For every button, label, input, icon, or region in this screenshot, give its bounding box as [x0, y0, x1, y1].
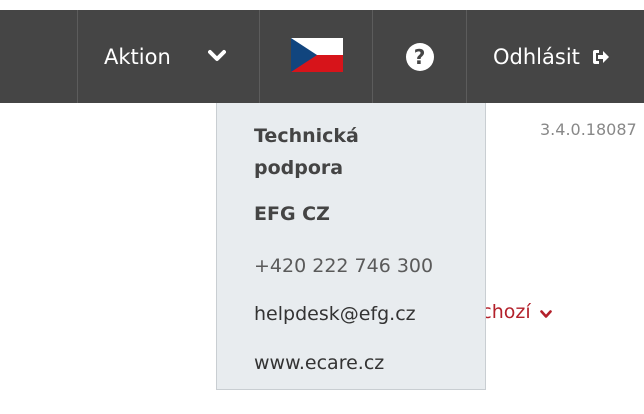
support-title: Technická podpora: [254, 125, 359, 179]
sign-out-icon: [592, 49, 610, 65]
support-company: EFG CZ: [254, 203, 330, 225]
action-menu-label: Aktion: [104, 44, 171, 69]
top-navigation-bar: Aktion ? Odhlásit: [0, 10, 644, 103]
language-selector[interactable]: [260, 10, 373, 103]
action-menu-button[interactable]: Aktion: [78, 10, 259, 103]
help-button[interactable]: ?: [373, 10, 466, 103]
support-email-link[interactable]: helpdesk@efg.cz: [254, 303, 416, 325]
question-mark-icon: ?: [405, 42, 434, 71]
support-phone: +420 222 746 300: [254, 255, 434, 277]
logout-label: Odhlásit: [493, 44, 580, 69]
chevron-down-icon: [539, 302, 552, 324]
logout-button[interactable]: Odhlásit: [466, 10, 644, 103]
support-website-link[interactable]: www.ecare.cz: [254, 352, 384, 374]
cz-flag-icon: [290, 37, 343, 76]
version-text: 3.4.0.18087: [540, 120, 637, 139]
support-dropdown: Technická podpora EFG CZ +420 222 746 30…: [216, 103, 486, 390]
chevron-down-icon: [208, 48, 226, 67]
